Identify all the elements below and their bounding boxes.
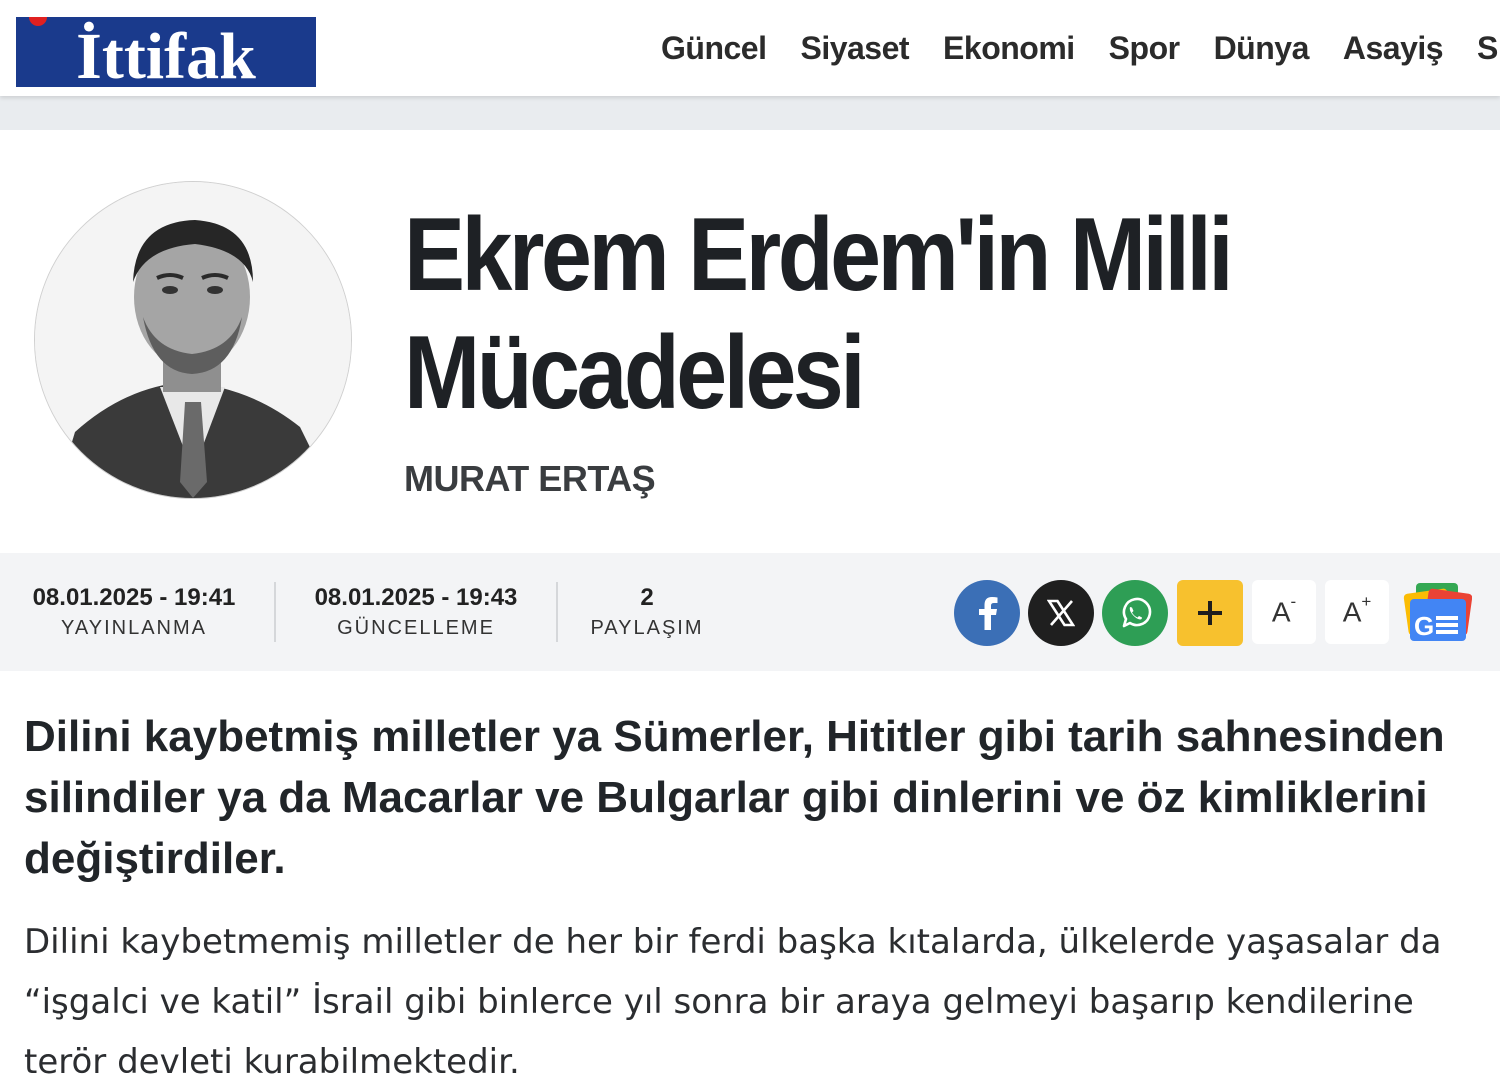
share-count-info: 2 PAYLAŞIM <box>588 553 706 671</box>
updated-info: 08.01.2025 - 19:43 GÜNCELLEME <box>306 553 526 671</box>
nav-item-cut-off[interactable]: S <box>1460 26 1500 70</box>
facebook-share-button[interactable] <box>954 580 1020 646</box>
plus-icon <box>1198 601 1222 625</box>
article-title: Ekrem Erdem'in Milli Mücadelesi <box>404 197 1234 431</box>
header-divider-band <box>0 96 1500 130</box>
published-label: YAYINLANMA <box>61 617 207 639</box>
whatsapp-share-button[interactable] <box>1102 580 1168 646</box>
site-header: İttifak Güncel Siyaset Ekonomi Spor Düny… <box>0 0 1500 96</box>
svg-text:İttifak: İttifak <box>76 20 256 87</box>
updated-date: 08.01.2025 - 19:43 <box>314 584 518 611</box>
author-portrait-image <box>35 182 351 498</box>
google-news-icon: G <box>1403 583 1472 641</box>
share-count-label: PAYLAŞIM <box>590 617 704 639</box>
nav-item-guncel[interactable]: Güncel <box>644 26 783 70</box>
updated-label: GÜNCELLEME <box>337 617 495 639</box>
site-logo[interactable]: İttifak <box>16 17 316 87</box>
published-date: 08.01.2025 - 19:41 <box>32 584 236 611</box>
author-name[interactable]: MURAT ERTAŞ <box>404 458 656 500</box>
font-increase-button[interactable]: A+ <box>1325 580 1389 644</box>
main-nav: Güncel Siyaset Ekonomi Spor Dünya Asayiş… <box>644 26 1500 70</box>
share-count: 2 <box>640 584 654 611</box>
nav-item-spor[interactable]: Spor <box>1092 26 1197 70</box>
nav-item-dunya[interactable]: Dünya <box>1197 26 1326 70</box>
font-decrease-label: A- <box>1271 591 1297 628</box>
author-avatar <box>34 181 352 499</box>
nav-item-siyaset[interactable]: Siyaset <box>783 26 926 70</box>
font-decrease-button[interactable]: A- <box>1252 580 1316 644</box>
article-lead: Dilini kaybetmiş milletler ya Sümerler, … <box>24 712 1445 883</box>
nav-item-ekonomi[interactable]: Ekonomi <box>926 26 1092 70</box>
facebook-icon <box>979 597 998 630</box>
nav-item-asayis[interactable]: Asayiş <box>1326 26 1460 70</box>
font-increase-label: A+ <box>1342 591 1372 628</box>
article-paragraph: Dilini kaybetmemiş milletler de her bir … <box>24 922 1442 1082</box>
meta-divider <box>274 582 276 642</box>
ittifak-logo-icon: İttifak <box>16 17 316 87</box>
x-icon <box>1047 599 1075 627</box>
whatsapp-icon <box>1122 597 1152 628</box>
x-share-button[interactable] <box>1028 580 1094 646</box>
published-info: 08.01.2025 - 19:41 YAYINLANMA <box>24 553 244 671</box>
svg-text:G: G <box>1414 611 1434 641</box>
more-share-button[interactable] <box>1177 580 1243 646</box>
google-news-button[interactable]: G <box>1402 580 1472 644</box>
meta-divider <box>556 582 558 642</box>
